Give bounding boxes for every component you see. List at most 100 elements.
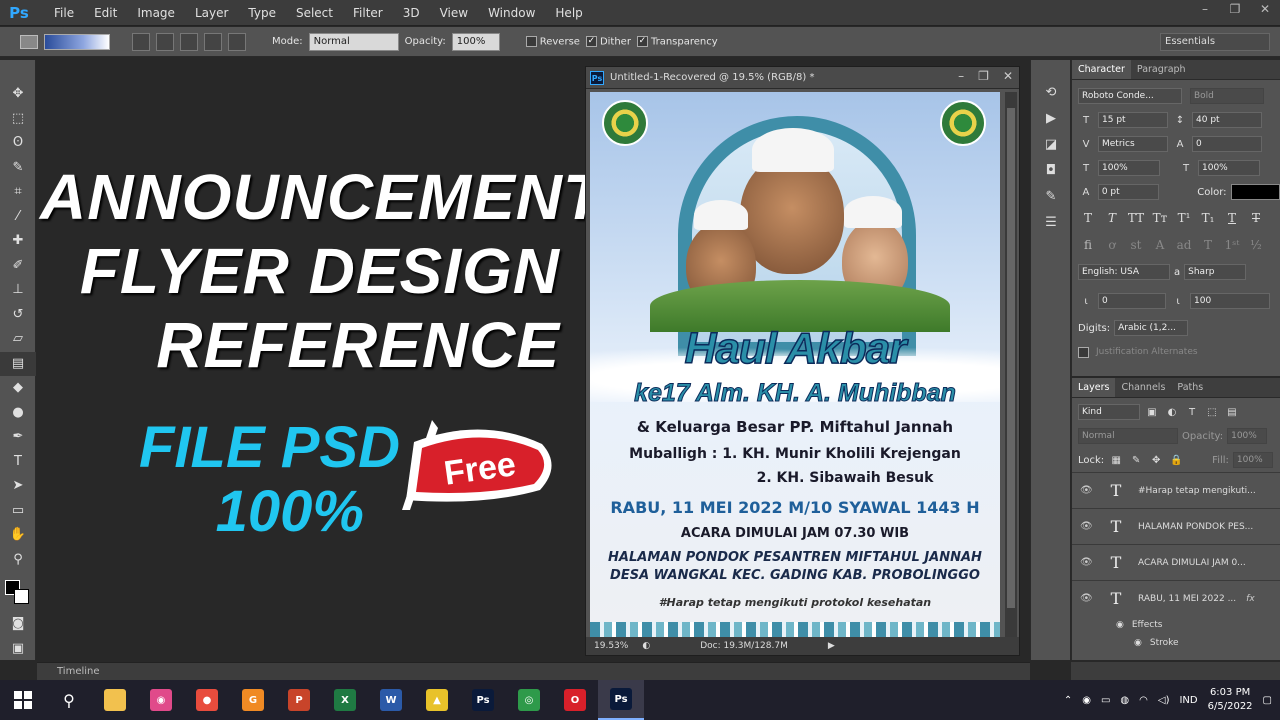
reverse-checkbox[interactable]: Reverse bbox=[525, 35, 580, 47]
scroll-thumb[interactable] bbox=[1007, 108, 1015, 608]
file-explorer-taskbar-button[interactable] bbox=[92, 680, 138, 720]
all-caps-icon[interactable]: TT bbox=[1126, 211, 1146, 225]
lock-transparent-icon[interactable]: ▦ bbox=[1108, 455, 1124, 466]
stylistic-icon[interactable]: ad bbox=[1174, 238, 1194, 252]
shape-tool-icon[interactable]: ▭ bbox=[0, 499, 36, 524]
tab-paths[interactable]: Paths bbox=[1171, 378, 1209, 397]
opera-taskbar-button[interactable]: O bbox=[552, 680, 598, 720]
tray-chevron-icon[interactable]: ⌃ bbox=[1064, 695, 1072, 706]
brush-presets-icon[interactable]: ✎ bbox=[1031, 184, 1071, 210]
subscript-icon[interactable]: T₁ bbox=[1198, 211, 1218, 225]
menu-3d[interactable]: 3D bbox=[393, 6, 430, 20]
network-icon[interactable]: ◍ bbox=[1120, 695, 1129, 706]
doc-restore-button[interactable]: ❐ bbox=[978, 69, 989, 83]
linear-gradient-button[interactable] bbox=[132, 32, 150, 51]
menu-select[interactable]: Select bbox=[286, 6, 343, 20]
font-size-input[interactable]: 15 pt bbox=[1098, 112, 1168, 128]
strikethrough-icon[interactable]: T bbox=[1246, 211, 1266, 225]
kerning-select[interactable]: Metrics bbox=[1098, 136, 1168, 152]
tray-app-icon[interactable]: ◉ bbox=[1082, 695, 1091, 706]
filter-pixel-icon[interactable]: ▣ bbox=[1144, 407, 1160, 418]
layer-row[interactable]: 👁 T RABU, 11 MEI 2022 ... fx bbox=[1072, 580, 1280, 616]
superscript-icon[interactable]: T¹ bbox=[1174, 211, 1194, 225]
healing-tool-icon[interactable]: ✚ bbox=[0, 229, 36, 254]
language-indicator[interactable]: IND bbox=[1179, 695, 1197, 706]
titling-icon[interactable]: T bbox=[1198, 238, 1218, 252]
effects-row[interactable]: ◉ Effects bbox=[1072, 616, 1280, 634]
camera-panel-icon[interactable]: ◘ bbox=[1031, 158, 1071, 184]
lasso-tool-icon[interactable]: ʘ bbox=[0, 131, 36, 156]
powerpoint-taskbar-button[interactable]: P bbox=[276, 680, 322, 720]
dither-checkbox[interactable]: ✓ Dither bbox=[585, 35, 631, 47]
indent-input-2[interactable]: 100 bbox=[1190, 293, 1270, 309]
adjustments-panel-icon[interactable]: ◪ bbox=[1031, 132, 1071, 158]
contextual-icon[interactable]: ơ bbox=[1102, 238, 1122, 252]
wifi-icon[interactable]: ◠ bbox=[1139, 695, 1148, 706]
workspace-select[interactable]: Essentials bbox=[1160, 33, 1270, 51]
pen-tool-icon[interactable]: ✒ bbox=[0, 425, 36, 450]
tab-paragraph[interactable]: Paragraph bbox=[1131, 60, 1192, 79]
marquee-tool-icon[interactable]: ⬚ bbox=[0, 107, 36, 132]
lock-pixels-icon[interactable]: ✎ bbox=[1128, 455, 1144, 466]
menu-filter[interactable]: Filter bbox=[343, 6, 393, 20]
document-titlebar[interactable]: Ps Untitled-1-Recovered @ 19.5% (RGB/8) … bbox=[586, 67, 1019, 89]
menu-image[interactable]: Image bbox=[127, 6, 185, 20]
hand-tool-icon[interactable]: ✋ bbox=[0, 523, 36, 548]
fractions-icon[interactable]: ½ bbox=[1246, 238, 1266, 252]
notification-icon[interactable]: ▢ bbox=[1263, 695, 1272, 706]
opacity-input[interactable]: 100% bbox=[451, 32, 500, 51]
small-caps-icon[interactable]: Tт bbox=[1150, 211, 1170, 225]
menu-window[interactable]: Window bbox=[478, 6, 545, 20]
layer-blend-select[interactable]: Normal bbox=[1078, 428, 1178, 444]
color-swatches[interactable] bbox=[0, 572, 36, 612]
indent-input-1[interactable]: 0 bbox=[1098, 293, 1166, 309]
menu-view[interactable]: View bbox=[430, 6, 478, 20]
zoom-tool-icon[interactable]: ⚲ bbox=[0, 548, 36, 573]
radial-gradient-button[interactable] bbox=[156, 32, 174, 51]
diamond-gradient-button[interactable] bbox=[228, 32, 246, 51]
tab-channels[interactable]: Channels bbox=[1115, 378, 1171, 397]
menu-type[interactable]: Type bbox=[238, 6, 286, 20]
visibility-eye-icon[interactable]: 👁 bbox=[1080, 593, 1094, 604]
restore-button[interactable]: ❐ bbox=[1220, 0, 1250, 22]
digits-select[interactable]: Arabic (1,2... bbox=[1114, 320, 1189, 336]
actions-panel-icon[interactable]: ▶ bbox=[1031, 106, 1071, 132]
ordinals-icon[interactable]: 1ˢᵗ bbox=[1222, 238, 1242, 252]
doc-close-button[interactable]: ✕ bbox=[1003, 69, 1013, 83]
word-taskbar-button[interactable]: W bbox=[368, 680, 414, 720]
screen-mode-icon[interactable]: ▣ bbox=[0, 637, 36, 662]
layer-opacity-input[interactable]: 100% bbox=[1227, 428, 1268, 444]
photos-taskbar-button[interactable]: ◉ bbox=[138, 680, 184, 720]
fx-badge[interactable]: fx bbox=[1246, 594, 1255, 604]
blur-tool-icon[interactable]: ◆ bbox=[0, 376, 36, 401]
flyer-canvas[interactable]: Haul Akbar ke17 Alm. KH. A. Muhibban & K… bbox=[590, 92, 1000, 638]
swash-icon[interactable]: st bbox=[1126, 238, 1146, 252]
angle-gradient-button[interactable] bbox=[180, 32, 198, 51]
filter-smart-icon[interactable]: ▤ bbox=[1224, 407, 1240, 418]
gradient-picker[interactable] bbox=[44, 33, 110, 50]
visibility-eye-icon[interactable]: 👁 bbox=[1080, 485, 1094, 496]
tab-character[interactable]: Character bbox=[1072, 60, 1131, 79]
menu-layer[interactable]: Layer bbox=[185, 6, 238, 20]
type-tool-icon[interactable]: T bbox=[0, 450, 36, 475]
photoshop-taskbar-button[interactable]: Ps bbox=[460, 680, 506, 720]
filter-type-icon[interactable]: T bbox=[1184, 407, 1200, 418]
vertical-scale-input[interactable]: 100% bbox=[1098, 160, 1160, 176]
timeline-bar[interactable]: Timeline bbox=[37, 662, 1030, 680]
menu-edit[interactable]: Edit bbox=[84, 6, 127, 20]
tab-layers[interactable]: Layers bbox=[1072, 378, 1116, 397]
text-color-swatch[interactable] bbox=[1230, 184, 1280, 200]
battery-icon[interactable]: ▭ bbox=[1101, 695, 1110, 706]
history-panel-icon[interactable]: ⟲ bbox=[1031, 80, 1071, 106]
excel-taskbar-button[interactable]: X bbox=[322, 680, 368, 720]
tool-preset-picker[interactable] bbox=[20, 34, 38, 49]
warning-app-taskbar-button[interactable]: ▲ bbox=[414, 680, 460, 720]
screen-recorder-taskbar-button[interactable]: ● bbox=[184, 680, 230, 720]
clock[interactable]: 6:03 PM 6/5/2022 bbox=[1208, 686, 1253, 714]
lock-all-icon[interactable]: 🔒 bbox=[1168, 455, 1184, 466]
mode-select[interactable]: Normal bbox=[308, 32, 399, 51]
font-family-select[interactable]: Roboto Conde... bbox=[1078, 88, 1182, 104]
gradient-tool-icon[interactable]: ▤ bbox=[0, 351, 36, 376]
ligature-icon[interactable]: ﬁ bbox=[1078, 238, 1098, 252]
transparency-checkbox[interactable]: ✓ Transparency bbox=[636, 35, 718, 47]
